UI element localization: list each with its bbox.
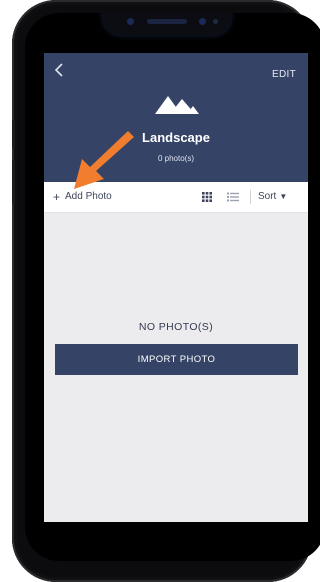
edit-button[interactable]: EDIT [272, 69, 296, 80]
speaker-icon [147, 19, 187, 24]
chevron-left-icon [54, 63, 63, 77]
sensor-icon [127, 18, 134, 25]
import-photo-button[interactable]: IMPORT PHOTO [55, 344, 298, 375]
orange-arrow-icon [74, 131, 134, 189]
camera-icon [199, 18, 206, 25]
sensor-icon [213, 19, 218, 24]
plus-icon: + [53, 189, 61, 204]
sort-dropdown[interactable]: Sort ▼ [258, 191, 287, 202]
phone-side-button [12, 120, 15, 148]
phone-notch [103, 13, 231, 35]
sort-label: Sort [258, 191, 277, 202]
list-view-icon[interactable] [227, 192, 239, 202]
toolbar-divider [250, 190, 251, 204]
back-button[interactable] [53, 62, 75, 84]
caret-down-icon: ▼ [279, 192, 288, 201]
app-screen: EDIT Landscape 0 photo(s) + Add Photo So… [44, 53, 308, 522]
grid-view-icon[interactable] [202, 192, 212, 202]
mountain-icon [155, 96, 199, 114]
empty-state-label: NO PHOTO(S) [138, 321, 214, 333]
phone-side-button [12, 160, 15, 204]
